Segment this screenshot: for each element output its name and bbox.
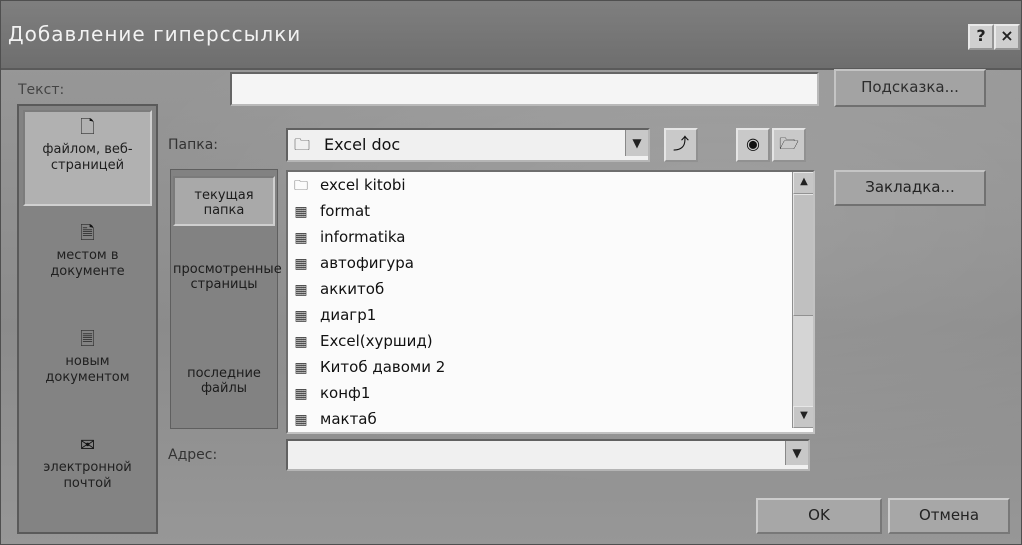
dialog-frame bbox=[0, 0, 1022, 545]
insert-hyperlink-dialog: Добавление гиперссылки ? × Текст: Подска… bbox=[0, 0, 1022, 545]
